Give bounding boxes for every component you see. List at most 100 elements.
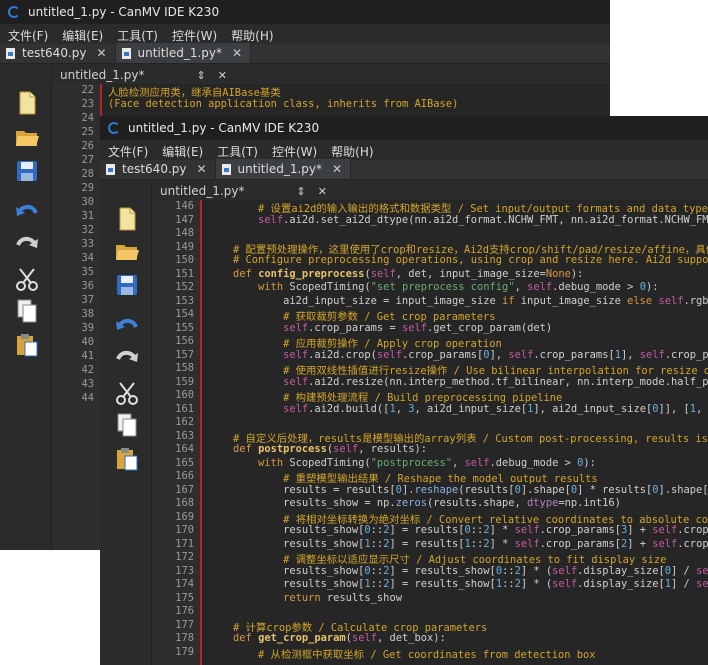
line-number: 163 (175, 429, 194, 442)
menu-help[interactable]: 帮助(H) (331, 143, 373, 160)
redo-icon[interactable] (114, 346, 140, 372)
code-line: # Configure preprocessing operations, us… (233, 254, 708, 266)
open-folder-icon[interactable] (14, 124, 40, 150)
redo-icon[interactable] (14, 232, 40, 258)
line-number: 32 (81, 224, 94, 236)
menu-widgets[interactable]: 控件(W) (172, 27, 217, 44)
save-icon[interactable] (14, 158, 40, 184)
editor-tab-label: untitled_1.py* (160, 184, 245, 198)
tab-untitled-1[interactable]: untitled_1.py* ✕ (115, 43, 252, 63)
menu-edit[interactable]: 编辑(E) (162, 143, 203, 160)
code-line: self.crop_params = self.get_crop_param(d… (283, 321, 553, 334)
line-number: 162 (175, 416, 194, 428)
line-number: 149 (175, 240, 194, 253)
close-icon[interactable]: ✕ (232, 46, 242, 60)
line-number: 38 (81, 308, 94, 320)
menu-tools[interactable]: 工具(T) (117, 27, 158, 44)
line-number: 30 (81, 196, 94, 208)
menu-widgets[interactable]: 控件(W) (272, 143, 317, 160)
close-icon[interactable]: ✕ (196, 162, 206, 176)
code-line: with ScopedTiming("postprocess", self.de… (258, 456, 596, 469)
line-number: 172 (175, 551, 194, 563)
line-number: 35 (81, 266, 94, 278)
line-number: 25 (81, 126, 94, 138)
copy-icon[interactable] (114, 412, 140, 438)
menu-help[interactable]: 帮助(H) (231, 27, 273, 44)
tab-label: test640.py (22, 46, 87, 60)
tab-menu-icon[interactable]: ⇕ (296, 185, 305, 198)
line-number: 161 (175, 402, 194, 415)
code-line-23: (Face detection application class, inher… (108, 98, 459, 110)
line-number: 39 (81, 322, 94, 334)
line-number: 169 (175, 510, 194, 523)
close-icon[interactable]: ✕ (96, 46, 106, 60)
code-line: results_show[0::2] = results[0::2] * sel… (208, 524, 708, 536)
line-number: 147 (175, 213, 194, 226)
code-line: def get_crop_param(self, det_box): (233, 632, 446, 644)
line-number: 43 (81, 378, 94, 390)
code-line: results_show[1::2] = results_show[1::2] … (208, 578, 708, 590)
editor-tab[interactable]: untitled_1.py* ⇕ ✕ (160, 182, 327, 200)
tab-untitled-1[interactable]: untitled_1.py* ✕ (215, 159, 352, 179)
line-number: 146 (175, 200, 194, 212)
paste-icon[interactable] (14, 332, 40, 358)
line-number: 37 (81, 294, 94, 306)
open-folder-icon[interactable] (114, 238, 140, 264)
cut-icon[interactable] (114, 380, 140, 406)
left-toolbar (100, 180, 152, 665)
code-line: results_show[1::2] = results[1::2] * sel… (208, 537, 708, 550)
code-line: return results_show (283, 591, 402, 604)
new-file-icon[interactable] (114, 206, 140, 232)
line-number: 44 (81, 392, 94, 404)
menu-tools[interactable]: 工具(T) (217, 143, 258, 160)
line-number: 34 (81, 252, 94, 264)
save-icon[interactable] (114, 272, 140, 298)
tab-label: untitled_1.py* (137, 46, 223, 60)
line-number: 171 (175, 537, 194, 550)
code-line-22: 人脸检测应用类，继承自AIBase基类 (108, 87, 281, 99)
code-line: def config_preprocess(self, det, input_i… (233, 267, 584, 280)
line-number: 28 (81, 168, 94, 180)
line-number: 168 (175, 497, 194, 509)
close-icon[interactable]: ✕ (218, 69, 227, 82)
code-line: def postprocess(self, results): (233, 443, 428, 455)
new-file-icon[interactable] (14, 90, 40, 116)
line-number: 152 (175, 281, 194, 293)
line-number: 26 (81, 140, 94, 152)
code-line: with ScopedTiming("set preprocess config… (258, 281, 659, 293)
tab-menu-icon[interactable]: ⇕ (196, 69, 205, 82)
tab-test640[interactable]: test640.py ✕ (100, 159, 216, 179)
line-number: 164 (175, 443, 194, 455)
undo-icon[interactable] (114, 314, 140, 340)
close-icon[interactable]: ✕ (332, 162, 342, 176)
line-number: 40 (81, 336, 94, 348)
line-number: 22 (81, 84, 94, 96)
line-number: 179 (175, 645, 194, 658)
left-toolbar (0, 64, 52, 550)
code-line: # 从检测框中获取坐标 / Get coordinates from detec… (258, 648, 596, 661)
menu-file[interactable]: 文件(F) (8, 27, 48, 44)
undo-icon[interactable] (14, 200, 40, 226)
line-number: 31 (81, 210, 94, 222)
close-icon[interactable]: ✕ (318, 185, 327, 198)
line-number: 175 (175, 591, 194, 604)
cut-icon[interactable] (14, 266, 40, 292)
code-area: # 设置ai2d的输入输出的格式和数据类型 / Set input/output… (208, 200, 708, 665)
window-title: untitled_1.py - CanMV IDE K230 (128, 121, 320, 135)
paste-icon[interactable] (114, 446, 140, 472)
title-bar: untitled_1.py - CanMV IDE K230 (0, 0, 610, 24)
line-number: 158 (175, 362, 194, 374)
line-number: 41 (81, 350, 94, 362)
line-number: 156 (175, 335, 194, 347)
front-code-editor[interactable]: 146 147 148 149 150 151 152 153 154 155 156 157 158 1… (152, 200, 708, 665)
menu-file[interactable]: 文件(F) (108, 143, 148, 160)
code-line: results = results[0].reshape(results[0].… (208, 483, 708, 496)
copy-icon[interactable] (14, 298, 40, 324)
python-file-icon (106, 163, 115, 175)
menu-edit[interactable]: 编辑(E) (62, 27, 103, 44)
editor-tab[interactable]: untitled_1.py* ⇕ ✕ (60, 66, 227, 84)
line-number: 36 (81, 280, 94, 292)
code-line: results_show = np.zeros(results.shape, d… (208, 497, 621, 509)
line-number: 157 (175, 348, 194, 361)
tab-test640[interactable]: test640.py ✕ (0, 43, 116, 63)
